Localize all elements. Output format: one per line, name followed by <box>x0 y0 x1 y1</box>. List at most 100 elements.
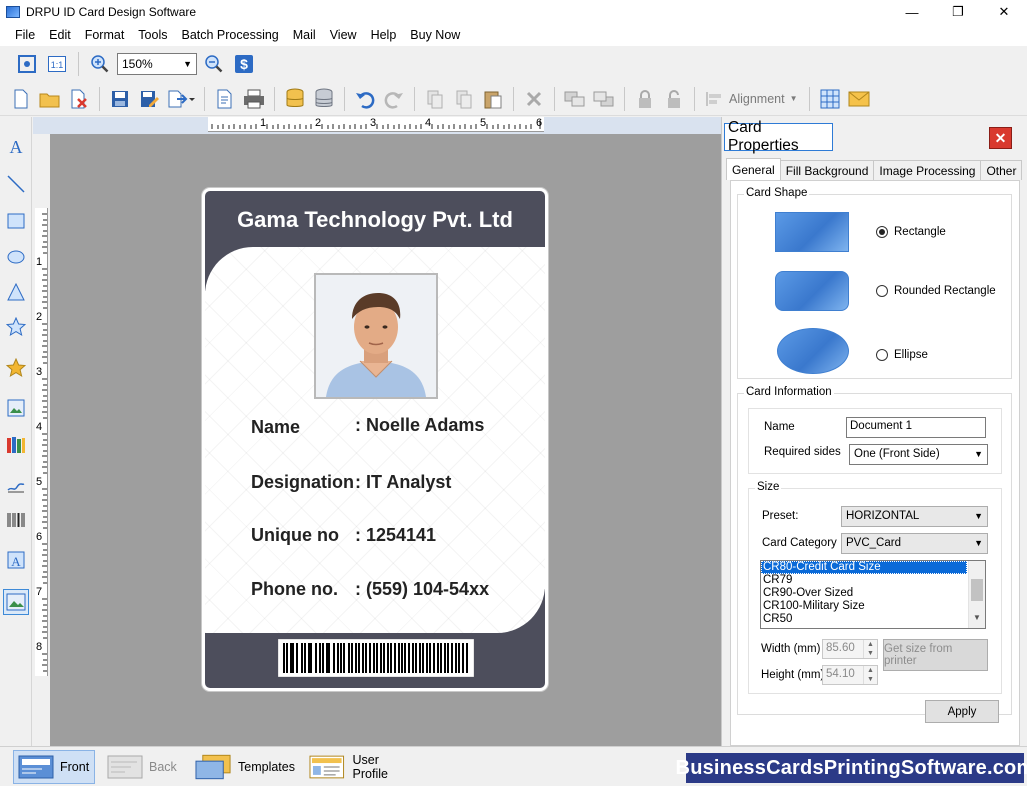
triangle-tool-icon[interactable] <box>3 279 29 305</box>
database-import-icon[interactable] <box>282 86 308 112</box>
rounded-rectangle-radio[interactable] <box>876 285 888 297</box>
cut-icon[interactable] <box>422 86 448 112</box>
card-field-value[interactable]: : IT Analyst <box>355 472 451 493</box>
scroll-down-icon[interactable]: ▼ <box>973 613 981 622</box>
spinner-arrows-icon[interactable]: ▲ ▼ <box>863 666 877 684</box>
text-tool-icon[interactable]: A <box>3 133 29 159</box>
library-tool-icon[interactable] <box>3 432 29 458</box>
card-field-value[interactable]: : 1254141 <box>355 525 436 546</box>
scrollbar-thumb[interactable] <box>971 579 983 601</box>
lock-icon[interactable] <box>632 86 658 112</box>
card-field-label[interactable]: Phone no. <box>251 579 338 600</box>
grid-icon[interactable] <box>817 86 843 112</box>
card-field-label[interactable]: Name <box>251 417 300 438</box>
list-item[interactable]: CR90-Over Sized <box>761 587 985 600</box>
ellipse-tool-icon[interactable] <box>3 244 29 270</box>
card-company-name[interactable]: Gama Technology Pvt. Ltd <box>205 207 545 233</box>
list-item[interactable]: CR50 <box>761 613 985 626</box>
front-side-button[interactable]: Front <box>13 750 95 784</box>
height-spinner[interactable]: 54.10 ▲ ▼ <box>822 665 878 685</box>
signature-tool-icon[interactable] <box>3 471 29 497</box>
rounded-rectangle-shape-preview[interactable] <box>775 271 849 311</box>
templates-button[interactable]: Templates <box>191 750 299 784</box>
alignment-dropdown[interactable]: Alignment ▼ <box>702 91 802 107</box>
name-field[interactable]: Document 1 <box>846 417 986 438</box>
card-size-list[interactable]: CR80-Credit Card Size CR79 CR90-Over Siz… <box>760 560 986 629</box>
open-icon[interactable] <box>37 86 63 112</box>
export-icon[interactable] <box>165 86 197 112</box>
close-window-icon[interactable]: ✕ <box>981 0 1027 24</box>
menu-view[interactable]: View <box>323 28 364 42</box>
buy-dollar-icon[interactable]: $ <box>231 51 257 77</box>
picture-tool-icon[interactable] <box>3 589 29 615</box>
menu-file[interactable]: File <box>8 28 42 42</box>
copy-icon[interactable] <box>451 86 477 112</box>
unlock-icon[interactable] <box>661 86 687 112</box>
rectangle-radio[interactable] <box>876 226 888 238</box>
card-field-label[interactable]: Designation <box>251 472 354 493</box>
zoom-select[interactable]: 150% ▼ <box>117 53 197 75</box>
menu-edit[interactable]: Edit <box>42 28 78 42</box>
paste-icon[interactable] <box>480 86 506 112</box>
rectangle-tool-icon[interactable] <box>3 208 29 234</box>
fit-to-window-icon[interactable] <box>14 51 40 77</box>
database-icon[interactable] <box>311 86 337 112</box>
print-preview-icon[interactable] <box>212 86 238 112</box>
menu-tools[interactable]: Tools <box>131 28 174 42</box>
width-spinner[interactable]: 85.60 ▲ ▼ <box>822 639 878 659</box>
menu-batch-processing[interactable]: Batch Processing <box>174 28 285 42</box>
ellipse-radio-label[interactable]: Ellipse <box>894 349 928 361</box>
rounded-rectangle-radio-label[interactable]: Rounded Rectangle <box>894 285 996 297</box>
delete-icon[interactable] <box>521 86 547 112</box>
ellipse-radio[interactable] <box>876 349 888 361</box>
barcode-tool-icon[interactable] <box>3 507 29 533</box>
tab-general[interactable]: General <box>726 158 781 180</box>
required-sides-select[interactable]: One (Front Side) ▼ <box>849 444 988 465</box>
print-icon[interactable] <box>241 86 267 112</box>
send-back-icon[interactable] <box>591 86 617 112</box>
spinner-arrows-icon[interactable]: ▲ ▼ <box>863 640 877 658</box>
card-photo[interactable] <box>314 273 438 399</box>
minimize-icon[interactable]: — <box>889 0 935 24</box>
menu-help[interactable]: Help <box>364 28 404 42</box>
bring-front-icon[interactable] <box>562 86 588 112</box>
list-item[interactable]: CR80-Credit Card Size <box>761 561 967 574</box>
star-tool-icon[interactable] <box>3 314 29 340</box>
zoom-out-icon[interactable] <box>201 51 227 77</box>
close-document-icon[interactable] <box>66 86 92 112</box>
user-profile-button[interactable]: User Profile <box>305 750 421 784</box>
apply-button[interactable]: Apply <box>925 700 999 723</box>
preset-select[interactable]: HORIZONTAL ▼ <box>841 506 988 527</box>
redo-icon[interactable] <box>381 86 407 112</box>
tab-other[interactable]: Other <box>980 160 1023 180</box>
line-tool-icon[interactable] <box>3 171 29 197</box>
tab-image-processing[interactable]: Image Processing <box>873 160 982 180</box>
new-icon[interactable] <box>8 86 34 112</box>
menu-format[interactable]: Format <box>78 28 132 42</box>
card-field-value[interactable]: : Noelle Adams <box>355 415 484 436</box>
card-field-value[interactable]: : (559) 104-54xx <box>355 579 489 600</box>
list-scrollbar[interactable]: ▼ <box>968 561 985 628</box>
save-as-icon[interactable] <box>136 86 162 112</box>
save-icon[interactable] <box>107 86 133 112</box>
mail-icon[interactable] <box>846 86 872 112</box>
watermark-tool-icon[interactable]: A <box>3 547 29 573</box>
menu-mail[interactable]: Mail <box>286 28 323 42</box>
image-tool-icon[interactable] <box>3 395 29 421</box>
actual-size-icon[interactable]: 1:1 <box>44 51 70 77</box>
tab-fill-background[interactable]: Fill Background <box>779 160 875 180</box>
brand-banner[interactable]: BusinessCardsPrintingSoftware.com <box>676 753 1027 783</box>
card-field-label[interactable]: Unique no <box>251 525 339 546</box>
get-size-from-printer-button[interactable]: Get size from printer <box>883 639 988 671</box>
maximize-icon[interactable]: ❐ <box>935 0 981 24</box>
list-item[interactable]: CR79 <box>761 574 985 587</box>
back-side-button[interactable]: Back <box>103 750 181 784</box>
card-category-select[interactable]: PVC_Card ▼ <box>841 533 988 554</box>
rectangle-radio-label[interactable]: Rectangle <box>894 226 946 238</box>
symbol-tool-icon[interactable] <box>3 355 29 381</box>
undo-icon[interactable] <box>352 86 378 112</box>
rectangle-shape-preview[interactable] <box>775 212 849 252</box>
zoom-in-icon[interactable] <box>87 51 113 77</box>
panel-close-icon[interactable]: ✕ <box>989 127 1012 149</box>
menu-buy-now[interactable]: Buy Now <box>403 28 467 42</box>
